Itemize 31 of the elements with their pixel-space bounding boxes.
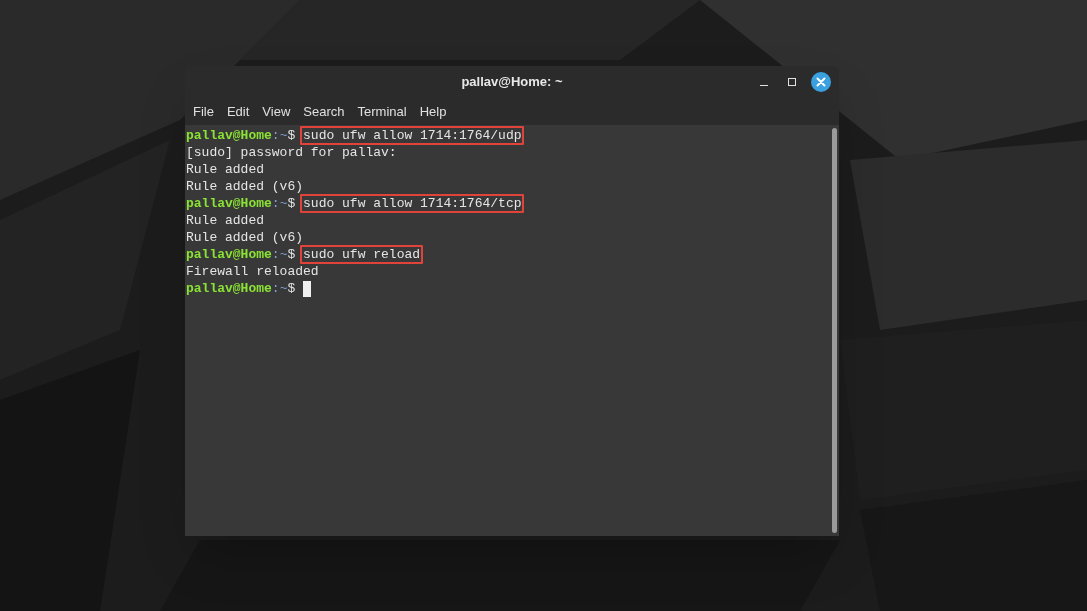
menu-item[interactable]: View — [256, 101, 297, 122]
output-text: Rule added (v6) — [186, 178, 304, 195]
prompt-path: :~ — [271, 195, 288, 212]
close-button[interactable] — [811, 72, 831, 92]
menu-item[interactable]: Edit — [220, 101, 256, 122]
menu-item[interactable]: Terminal — [351, 101, 413, 122]
menu-item[interactable]: Search — [297, 101, 351, 122]
command-text: sudo ufw allow 1714:1764/udp — [300, 126, 525, 145]
command-text: sudo ufw allow 1714:1764/tcp — [300, 194, 525, 213]
prompt-user: pallav@Home — [186, 195, 272, 212]
prompt-user: pallav@Home — [186, 127, 272, 144]
prompt-user: pallav@Home — [186, 246, 272, 263]
prompt-path: :~ — [271, 280, 288, 297]
output-text: Rule added — [186, 212, 264, 229]
prompt-symbol: $ — [287, 246, 296, 263]
prompt-symbol: $ — [287, 127, 296, 144]
window-title: pallav@Home: ~ — [461, 73, 563, 92]
prompt-path: :~ — [271, 246, 288, 263]
output-text: [sudo] password for pallav: — [186, 144, 397, 161]
prompt-symbol: $ — [287, 195, 296, 212]
prompt-path: :~ — [271, 127, 288, 144]
close-icon — [816, 77, 826, 87]
prompt-symbol: $ — [287, 280, 296, 297]
output-text: Firewall reloaded — [186, 263, 319, 280]
command-text: sudo ufw reload — [300, 245, 424, 264]
menu-item[interactable]: File — [187, 101, 220, 122]
scrollbar[interactable] — [831, 128, 837, 533]
prompt-user: pallav@Home — [186, 280, 272, 297]
menu-item[interactable]: Help — [413, 101, 453, 122]
output-text: Rule added — [186, 161, 264, 178]
output-text: Rule added (v6) — [186, 229, 304, 246]
